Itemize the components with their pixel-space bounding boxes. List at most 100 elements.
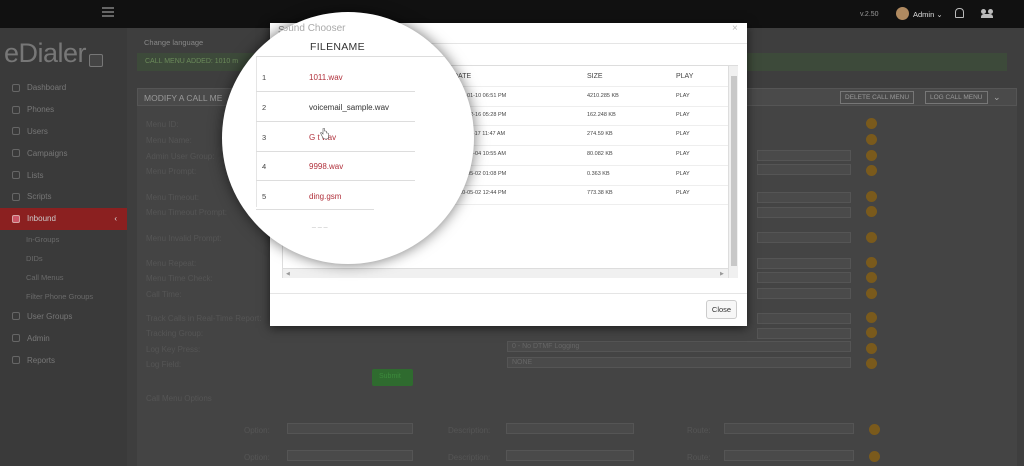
help-icon[interactable] (866, 232, 877, 243)
size-cell: 162.248 KB (587, 112, 616, 118)
sidebar-item-campaigns[interactable]: Campaigns (0, 142, 127, 164)
collapse-icon[interactable]: ⌄ (993, 92, 1001, 103)
filename-link[interactable]: ding.gsm (309, 192, 341, 201)
menu-prompt-field[interactable] (757, 164, 851, 175)
help-icon[interactable] (866, 272, 877, 283)
log-field-select[interactable]: NONE (507, 357, 851, 368)
track-calls-select[interactable] (757, 313, 851, 324)
help-icon[interactable] (866, 134, 877, 145)
row-number: 5 (262, 192, 267, 201)
scroll-left-icon[interactable]: ◀ (286, 271, 290, 277)
route-label: Route: (687, 426, 711, 435)
log-call-menu-button[interactable]: LOG CALL MENU (925, 91, 988, 104)
horizontal-scrollbar[interactable]: ◀ ▶ (283, 268, 728, 278)
version-label: v.2.50 (860, 11, 879, 18)
admin-icon (12, 334, 20, 343)
form-label: Tracking Group: (146, 329, 204, 338)
bell-icon[interactable] (955, 8, 964, 18)
modal-footer-divider (270, 293, 747, 294)
call-time-select[interactable] (757, 288, 851, 299)
delete-call-menu-button[interactable]: DELETE CALL MENU (840, 91, 915, 104)
help-icon[interactable] (866, 327, 877, 338)
help-icon[interactable] (866, 343, 877, 354)
sidebar-item-in-groups[interactable]: In-Groups (0, 230, 127, 249)
sidebar-item-label: DIDs (26, 253, 43, 263)
sidebar-item-label: In-Groups (26, 234, 60, 244)
sidebar-item-dashboard[interactable]: Dashboard (0, 77, 127, 99)
menu-time-check-select[interactable] (757, 272, 851, 283)
sidebar-item-lists[interactable]: Lists (0, 164, 127, 186)
help-icon[interactable] (869, 451, 880, 462)
sidebar-item-admin[interactable]: Admin (0, 327, 127, 349)
close-button[interactable]: Close (706, 300, 737, 319)
sidebar-item-scripts[interactable]: Scripts (0, 186, 127, 208)
menu-invalid-prompt-field[interactable] (757, 232, 851, 243)
sidebar-item-label: Campaigns (27, 148, 68, 158)
sidebar-item-label: Dashboard (27, 83, 67, 93)
sidebar-item-label: User Groups (27, 311, 73, 321)
help-icon[interactable] (866, 150, 877, 161)
user-menu[interactable]: Admin ⌄ (913, 10, 943, 19)
lens-modal-title: Sound Chooser (276, 23, 346, 34)
play-link[interactable]: PLAY (676, 93, 690, 99)
scroll-right-icon[interactable]: ▶ (720, 271, 724, 277)
form-label: Menu Time Check: (146, 274, 213, 283)
sidebar-item-phones[interactable]: Phones (0, 99, 127, 121)
user-name: Admin (913, 10, 935, 19)
route-select[interactable] (724, 450, 854, 461)
description-field[interactable] (506, 450, 634, 461)
description-field[interactable] (506, 423, 634, 434)
sidebar-item-user-groups[interactable]: User Groups (0, 306, 127, 328)
menu-repeat-select[interactable] (757, 258, 851, 269)
form-label: Admin User Group: (146, 152, 215, 161)
size-cell: 4210.285 KB (587, 93, 619, 99)
help-icon[interactable] (866, 288, 877, 299)
help-icon[interactable] (869, 424, 880, 435)
menu-timeout-field[interactable] (757, 192, 851, 203)
sidebar-item-inbound[interactable]: Inbound ‹ (0, 207, 127, 230)
help-icon[interactable] (866, 165, 877, 176)
help-icon[interactable] (866, 118, 877, 129)
panel-title: MODIFY A CALL ME (144, 93, 223, 103)
vertical-scrollbar[interactable] (728, 66, 738, 278)
users-icon[interactable] (981, 9, 993, 18)
success-message: CALL MENU ADDED: 1010 m (145, 58, 239, 65)
size-cell: 773.38 KB (587, 190, 613, 196)
play-link[interactable]: PLAY (676, 151, 690, 157)
help-icon[interactable] (866, 312, 877, 323)
sidebar-item-users[interactable]: Users (0, 121, 127, 143)
admin-user-group-select[interactable] (757, 150, 851, 161)
play-link[interactable]: PLAY (676, 112, 690, 118)
option-select[interactable] (287, 450, 413, 461)
sidebar-item-call-menus[interactable]: Call Menus (0, 268, 127, 287)
log-key-press-select[interactable]: 0 - No DTMF Logging (507, 341, 851, 352)
play-link[interactable]: PLAY (676, 131, 690, 137)
filename-link[interactable]: 1011.wav (309, 73, 343, 82)
sidebar-item-reports[interactable]: Reports (0, 349, 127, 371)
help-icon[interactable] (866, 358, 877, 369)
route-label: Route: (687, 453, 711, 462)
play-link[interactable]: PLAY (676, 171, 690, 177)
sidebar-item-filter-phone-groups[interactable]: Filter Phone Groups (0, 287, 127, 306)
scrollbar-thumb[interactable] (731, 76, 737, 266)
sidebar-item-label: Call Menus (26, 272, 64, 282)
help-icon[interactable] (866, 206, 877, 217)
help-icon[interactable] (866, 191, 877, 202)
filename-link[interactable]: voicemail_sample.wav (309, 103, 389, 112)
menu-timeout-prompt-field[interactable] (757, 207, 851, 218)
change-language-link[interactable]: Change language (144, 38, 203, 47)
submit-button[interactable]: Submit (372, 369, 413, 386)
route-select[interactable] (724, 423, 854, 434)
tracking-group-select[interactable] (757, 328, 851, 339)
help-icon[interactable] (866, 257, 877, 268)
play-link[interactable]: PLAY (676, 190, 690, 196)
filename-link[interactable]: 9998.wav (309, 162, 343, 171)
hamburger-menu-icon[interactable] (102, 7, 114, 17)
option-select[interactable] (287, 423, 413, 434)
avatar[interactable] (896, 7, 909, 20)
user-group-icon (12, 312, 20, 321)
sidebar-item-dids[interactable]: DIDs (0, 249, 127, 268)
sidebar-item-label: Filter Phone Groups (26, 291, 94, 301)
log-field-value: NONE (512, 359, 533, 366)
close-icon[interactable]: × (732, 23, 738, 34)
